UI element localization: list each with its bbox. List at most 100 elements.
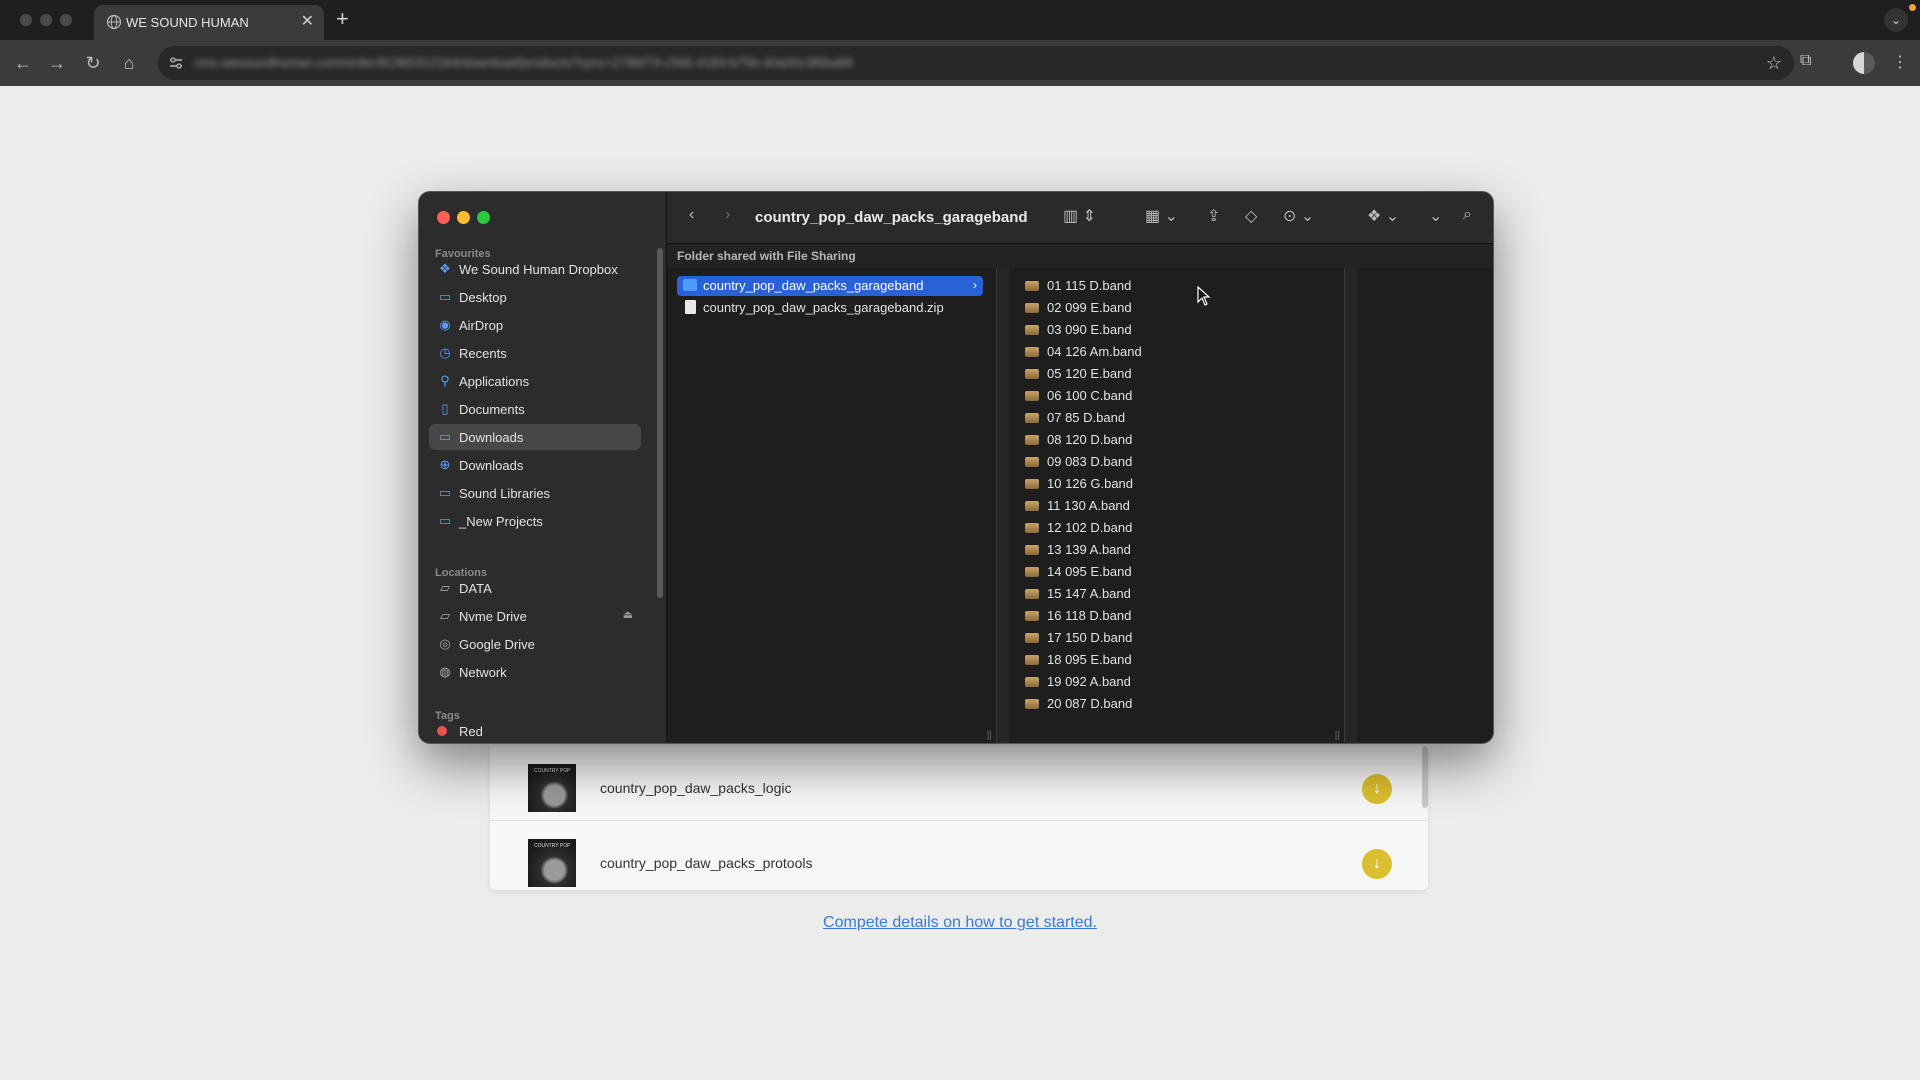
garageband-file-icon [1025,611,1039,621]
file-row-band[interactable]: 09 083 D.band [1019,452,1335,472]
finder-column-3 [1357,268,1493,743]
reload-icon[interactable]: ↻ [82,52,104,74]
more-actions-icon[interactable]: ⊙ ⌄ [1283,206,1314,226]
file-row-band[interactable]: 10 126 G.band [1019,474,1335,494]
window-close-button[interactable] [20,14,32,26]
file-row-band[interactable]: 20 087 D.band [1019,694,1335,714]
url-text: cms.wesoundhuman.com/order/81365312164/d… [194,55,853,70]
file-row-band[interactable]: 19 092 A.band [1019,672,1335,692]
finder-minimize-button[interactable] [457,211,470,224]
file-row-band[interactable]: 01 115 D.band [1019,276,1335,296]
file-row-band[interactable]: 18 095 E.band [1019,650,1335,670]
file-row-band[interactable]: 12 102 D.band [1019,518,1335,538]
sidebar-item-downloads[interactable]: ⊕ Downloads [429,452,641,478]
sidebar-item-recents[interactable]: ◷ Recents [429,340,641,366]
page-scrollbar[interactable] [1422,746,1428,808]
column-resize-handle[interactable]: || [987,730,992,741]
garageband-file-icon [1025,325,1039,335]
finder-title: country_pop_daw_packs_garageband [755,209,1028,226]
column-resize-handle[interactable]: || [1335,730,1340,741]
extensions-icon[interactable]: ⧉ [1800,52,1811,70]
file-row-zip[interactable]: country_pop_daw_packs_garageband.zip [677,298,983,318]
file-row-band[interactable]: 13 139 A.band [1019,540,1335,560]
back-icon[interactable]: ‹ [689,206,694,224]
tab-search-chevron-icon[interactable]: ⌄ [1884,8,1908,32]
sidebar-item-airdrop[interactable]: ◉ AirDrop [429,312,641,338]
sidebar-item-downloads-folder[interactable]: ▭ Downloads [429,424,641,450]
sidebar-item-desktop[interactable]: ▭ Desktop [429,284,641,310]
sidebar-item-data[interactable]: ▱ DATA [429,575,641,601]
dropbox-icon: ❖ [439,261,451,276]
sidebar-item-nvme-drive[interactable]: ▱ Nvme Drive ⏏ [429,603,641,629]
sidebar-item-dropbox[interactable]: ❖ We Sound Human Dropbox [429,256,641,282]
sidebar-item-sound-libraries[interactable]: ▭ Sound Libraries [429,480,641,506]
tag-icon[interactable]: ◇ [1245,206,1257,226]
download-row: COUNTRY POP country_pop_daw_packs_logic … [490,746,1428,820]
file-row-band[interactable]: 14 095 E.band [1019,562,1335,582]
file-row-band[interactable]: 03 090 E.band [1019,320,1335,340]
sidebar-item-tag-red[interactable]: Red [429,718,641,743]
download-arrow-icon[interactable]: ↓ [1362,849,1392,879]
browser-tab-bar: WE SOUND HUMAN ✕ + ⌄ [0,0,1920,40]
dropbox-icon[interactable]: ❖ ⌄ [1367,206,1399,226]
home-icon[interactable]: ⌂ [118,52,140,74]
sidebar-item-network[interactable]: ◍ Network [429,659,641,685]
get-started-link[interactable]: Compete details on how to get started. [0,914,1920,932]
address-bar[interactable]: cms.wesoundhuman.com/order/81365312164/d… [158,46,1794,80]
garageband-file-icon [1025,633,1039,643]
garageband-file-icon [1025,413,1039,423]
sidebar-item-new-projects[interactable]: ▭ _New Projects [429,508,641,534]
chevron-down-icon[interactable]: ⌄ [1429,206,1442,226]
column-view-icon[interactable]: ▥ ⇕ [1063,206,1096,226]
file-row-band[interactable]: 06 100 C.band [1019,386,1335,406]
file-row-band[interactable]: 17 150 D.band [1019,628,1335,648]
downloads-icon: ⊕ [439,457,451,472]
share-icon[interactable]: ⇪ [1207,206,1220,226]
folder-icon [683,279,697,291]
sidebar-item-google-drive[interactable]: ◎ Google Drive [429,631,641,657]
sidebar-item-documents[interactable]: ▯ Documents [429,396,641,422]
forward-icon[interactable]: → [46,52,68,74]
tab-close-icon[interactable]: ✕ [301,11,314,31]
globe-icon [106,14,122,30]
search-icon[interactable]: ⌕ [1463,206,1472,224]
finder-close-button[interactable] [437,211,450,224]
back-icon[interactable]: ← [12,52,34,74]
bookmark-star-icon[interactable]: ☆ [1766,53,1782,74]
finder-zoom-button[interactable] [477,211,490,224]
file-row-band[interactable]: 16 118 D.band [1019,606,1335,626]
window-minimize-button[interactable] [40,14,52,26]
downloads-card: COUNTRY POP country_pop_daw_packs_logic … [490,746,1428,890]
eject-icon[interactable]: ⏏ [623,608,633,621]
product-thumbnail: COUNTRY POP [528,839,576,887]
new-tab-button[interactable]: + [336,6,349,32]
browser-tab[interactable]: WE SOUND HUMAN ✕ [94,5,324,40]
window-zoom-button[interactable] [60,14,72,26]
garageband-file-icon [1025,457,1039,467]
applications-icon: ⚲ [440,373,450,388]
finder-window: Favourites ❖ We Sound Human Dropbox ▭ De… [418,191,1494,744]
sidebar-item-applications[interactable]: ⚲ Applications [429,368,641,394]
forward-icon[interactable]: › [725,206,730,224]
file-row-band[interactable]: 02 099 E.band [1019,298,1335,318]
site-info-icon[interactable] [168,55,184,71]
file-row-band[interactable]: 08 120 D.band [1019,430,1335,450]
finder-sidebar: Favourites ❖ We Sound Human Dropbox ▭ De… [419,192,667,743]
group-view-icon[interactable]: ▦ ⌄ [1145,206,1178,226]
file-row-band[interactable]: 04 126 Am.band [1019,342,1335,362]
column-gap [1345,268,1357,743]
profile-icon[interactable] [1853,52,1875,74]
download-arrow-icon[interactable]: ↓ [1362,774,1392,804]
tab-title: WE SOUND HUMAN [126,15,249,30]
file-row-band[interactable]: 07 85 D.band [1019,408,1335,428]
sidebar-scrollbar[interactable] [657,248,663,598]
file-row-band[interactable]: 11 130 A.band [1019,496,1335,516]
file-row-band[interactable]: 15 147 A.band [1019,584,1335,604]
menu-icon[interactable]: ⋮ [1892,52,1908,72]
file-row-folder[interactable]: country_pop_daw_packs_garageband › [677,276,983,296]
drive-icon: ▱ [440,580,450,595]
garageband-file-icon [1025,677,1039,687]
garageband-file-icon [1025,523,1039,533]
zip-file-icon [685,300,696,314]
file-row-band[interactable]: 05 120 E.band [1019,364,1335,384]
